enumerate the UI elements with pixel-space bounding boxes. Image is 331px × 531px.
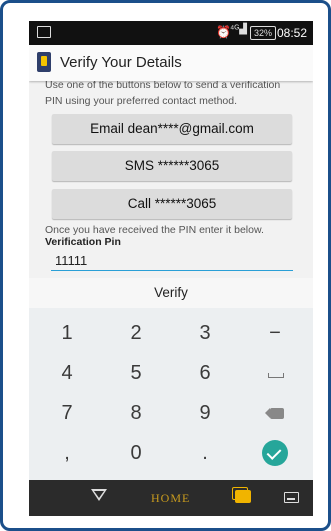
phone-screen: ⏰ ⁴ᴳ▟ 32% 08:52 Verify Your Details Use … [29,21,313,516]
key-minus[interactable]: − [245,313,305,353]
key-3[interactable]: 3 [175,313,235,353]
screenshot-notification-icon [37,26,51,38]
key-7[interactable]: 7 [37,393,97,433]
key-1[interactable]: 1 [37,313,97,353]
key-0[interactable]: 0 [106,433,166,473]
key-enter[interactable] [245,433,305,473]
key-space[interactable] [245,353,305,393]
verify-button[interactable]: Verify [29,278,313,308]
key-8[interactable]: 8 [106,393,166,433]
page-title: Verify Your Details [60,54,182,71]
key-comma[interactable]: , [37,433,97,473]
backspace-icon [265,405,284,445]
app-bar: Verify Your Details [29,45,313,81]
key-5[interactable]: 5 [106,353,166,393]
key-backspace[interactable] [245,393,305,445]
app-logo-icon [37,52,51,72]
keyboard-icon[interactable] [284,492,299,503]
space-icon [268,373,284,378]
pin-input[interactable]: 11111 [51,251,293,271]
pin-field-label: Verification Pin [45,236,121,248]
signal-icon: ⁴ᴳ▟ [230,24,247,35]
back-icon[interactable] [91,489,107,501]
key-9[interactable]: 9 [175,393,235,433]
key-4[interactable]: 4 [37,353,97,393]
pin-hint-text: Once you have received the PIN enter it … [45,224,264,236]
call-button[interactable]: Call ******3065 [52,189,292,219]
key-period[interactable]: . [175,433,235,473]
send-sms-button[interactable]: SMS ******3065 [52,151,292,181]
key-6[interactable]: 6 [175,353,235,393]
content-area: Use one of the buttons below to send a v… [29,79,313,278]
navigation-bar: HOME [29,480,313,516]
alarm-icon: ⏰ [216,25,231,39]
checkmark-icon [262,440,288,466]
key-2[interactable]: 2 [106,313,166,353]
numeric-keypad: 1 2 3 − 4 5 6 7 8 9 , 0 . [29,308,313,480]
status-bar: ⏰ ⁴ᴳ▟ 32% 08:52 [29,21,313,45]
status-time: 08:52 [276,26,307,40]
instruction-text-line2: PIN using your preferred contact method. [45,95,238,107]
battery-indicator: 32% [250,26,277,40]
send-email-button[interactable]: Email dean****@gmail.com [52,114,292,144]
recent-apps-icon[interactable] [232,487,251,503]
home-button[interactable]: HOME [151,491,190,506]
